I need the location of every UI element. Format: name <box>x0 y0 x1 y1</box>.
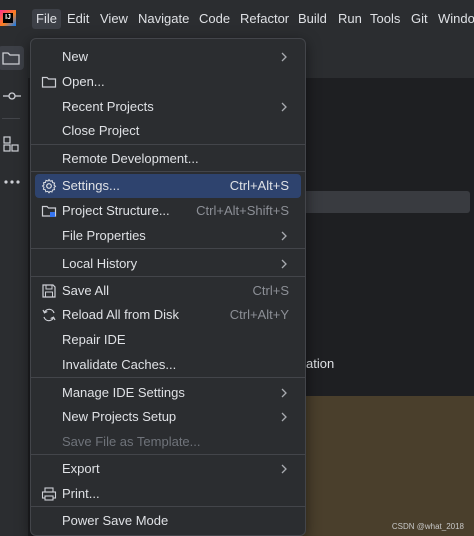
menu-item-label: Save All <box>62 283 109 298</box>
menu-item-local-history[interactable]: Local History <box>35 252 301 276</box>
app-logo-icon: IJ <box>0 10 16 26</box>
menu-code[interactable]: Code <box>199 9 230 29</box>
main-menu-bar: IJ File Edit View Navigate Code Refactor… <box>0 0 474 38</box>
menu-item-label: Print... <box>62 486 100 501</box>
reload-icon <box>42 308 56 322</box>
menu-item-label: Local History <box>62 256 138 271</box>
menu-item-label: Remote Development... <box>62 151 199 166</box>
project-folder-icon[interactable] <box>0 46 24 70</box>
menu-item-label: Manage IDE Settings <box>62 385 185 400</box>
chevron-right-icon <box>281 102 287 112</box>
menu-item-remote-development[interactable]: Remote Development... <box>35 147 301 171</box>
menu-separator <box>31 377 305 378</box>
more-tools-icon[interactable] <box>0 170 24 194</box>
menu-file[interactable]: File <box>32 9 61 29</box>
menu-item-shortcut: Ctrl+Alt+S <box>229 178 289 193</box>
chevron-right-icon <box>281 52 287 62</box>
menu-item-label: File Properties <box>62 228 146 243</box>
file-menu-dropdown: New Open... Recent Projects Close Projec… <box>30 38 306 536</box>
menu-separator <box>31 171 305 172</box>
menu-item-label: Close Project <box>62 123 140 138</box>
menu-item-label: Recent Projects <box>62 99 154 114</box>
menu-item-save-all[interactable]: Save All Ctrl+S <box>35 279 301 303</box>
menu-item-close-project[interactable]: Close Project <box>35 119 301 143</box>
structure-icon[interactable] <box>0 132 24 156</box>
menu-item-settings[interactable]: Settings... Ctrl+Alt+S <box>35 174 301 198</box>
background-list-highlight <box>300 191 470 213</box>
menu-tools[interactable]: Tools <box>370 9 400 29</box>
menu-git[interactable]: Git <box>411 9 428 29</box>
menu-build[interactable]: Build <box>298 9 327 29</box>
menu-item-new-projects-setup[interactable]: New Projects Setup <box>35 405 301 429</box>
toolbar-divider <box>2 118 20 119</box>
menu-item-label: Export <box>62 461 100 476</box>
menu-item-recent-projects[interactable]: Recent Projects <box>35 95 301 119</box>
project-structure-icon <box>41 205 57 217</box>
menu-item-file-properties[interactable]: File Properties <box>35 224 301 248</box>
background-text: ation <box>306 356 335 371</box>
menu-item-manage-ide-settings[interactable]: Manage IDE Settings <box>35 381 301 405</box>
gear-icon <box>41 178 57 194</box>
menu-item-label: Save File as Template... <box>62 434 201 449</box>
save-icon <box>42 284 56 298</box>
menu-item-new[interactable]: New <box>35 45 301 69</box>
printer-icon <box>41 487 57 501</box>
folder-icon <box>41 76 57 88</box>
menu-item-project-structure[interactable]: Project Structure... Ctrl+Alt+Shift+S <box>35 199 301 223</box>
menu-separator <box>31 276 305 277</box>
menu-item-label: Reload All from Disk <box>62 307 180 322</box>
chevron-right-icon <box>281 259 287 269</box>
menu-item-label: Repair IDE <box>62 332 126 347</box>
menu-item-reload-all[interactable]: Reload All from Disk Ctrl+Alt+Y <box>35 303 301 327</box>
menu-item-label: New Projects Setup <box>62 409 177 424</box>
menu-navigate[interactable]: Navigate <box>138 9 189 29</box>
menu-item-label: Invalidate Caches... <box>62 357 177 372</box>
menu-item-shortcut: Ctrl+S <box>252 283 289 298</box>
menu-edit[interactable]: Edit <box>67 9 89 29</box>
menu-item-repair-ide[interactable]: Repair IDE <box>35 328 301 352</box>
chevron-right-icon <box>281 412 287 422</box>
commit-icon[interactable] <box>0 84 24 108</box>
menu-item-save-file-as-template: Save File as Template... <box>35 430 301 454</box>
menu-view[interactable]: View <box>100 9 128 29</box>
chevron-right-icon <box>281 231 287 241</box>
menu-item-label: Power Save Mode <box>62 513 169 528</box>
menu-item-shortcut: Ctrl+Alt+Y <box>229 307 289 322</box>
menu-separator <box>31 248 305 249</box>
menu-run[interactable]: Run <box>338 9 362 29</box>
background-panel <box>300 396 474 536</box>
menu-item-export[interactable]: Export <box>35 457 301 481</box>
menu-item-shortcut: Ctrl+Alt+Shift+S <box>196 203 289 218</box>
menu-window[interactable]: Windo <box>438 9 474 29</box>
menu-item-invalidate-caches[interactable]: Invalidate Caches... <box>35 353 301 377</box>
left-toolbar <box>0 38 28 536</box>
menu-separator <box>31 454 305 455</box>
menu-item-label: Settings... <box>62 178 120 193</box>
menu-separator <box>31 506 305 507</box>
menu-refactor[interactable]: Refactor <box>240 9 289 29</box>
watermark: CSDN @what_2018 <box>391 522 464 531</box>
menu-item-open[interactable]: Open... <box>35 70 301 94</box>
menu-item-label: Open... <box>62 74 105 89</box>
menu-item-label: New <box>62 49 89 64</box>
menu-item-power-save-mode[interactable]: Power Save Mode <box>35 509 301 533</box>
menu-item-print[interactable]: Print... <box>35 482 301 506</box>
chevron-right-icon <box>281 464 287 474</box>
menu-separator <box>31 144 305 145</box>
chevron-right-icon <box>281 388 287 398</box>
menu-item-label: Project Structure... <box>62 203 170 218</box>
